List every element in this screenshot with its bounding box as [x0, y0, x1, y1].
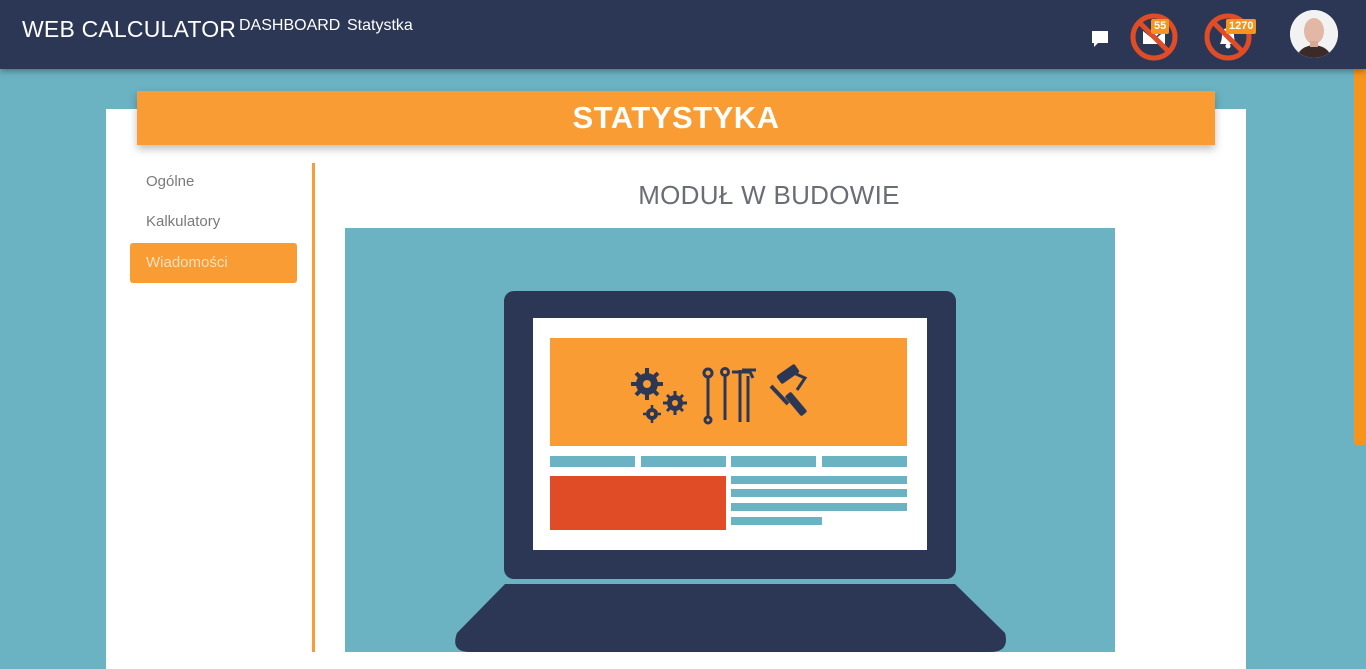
avatar[interactable]	[1290, 10, 1338, 58]
sidebar-item-wiadomosci[interactable]: Wiadomości	[130, 243, 297, 283]
mail-count-badge: 55	[1151, 19, 1170, 34]
module-under-construction-title: MODUŁ W BUDOWIE	[638, 180, 900, 210]
page-title-bar: STATYSTYKA	[137, 91, 1215, 145]
under-construction-illustration	[345, 228, 1115, 652]
brand-logo[interactable]: WEB CALCULATOR	[22, 16, 236, 43]
sidebar-item-kalkulatory[interactable]: Kalkulatory	[130, 202, 297, 242]
page-title: STATYSTYKA	[572, 100, 780, 135]
bell-count-badge: 1270	[1226, 19, 1257, 34]
sidebar-divider	[312, 163, 315, 652]
nav-dashboard-link[interactable]: DASHBOARD	[239, 17, 340, 35]
scrollbar-thumb[interactable]	[1354, 69, 1366, 445]
user-avatar-icon	[1290, 10, 1338, 58]
chat-icon[interactable]	[1091, 30, 1109, 48]
sidebar-item-ogolne[interactable]: Ogólne	[130, 162, 297, 202]
nav-statystka-link[interactable]: Statystka	[347, 17, 413, 35]
top-navbar: WEB CALCULATOR DASHBOARD Statystka 55 12…	[0, 0, 1366, 69]
